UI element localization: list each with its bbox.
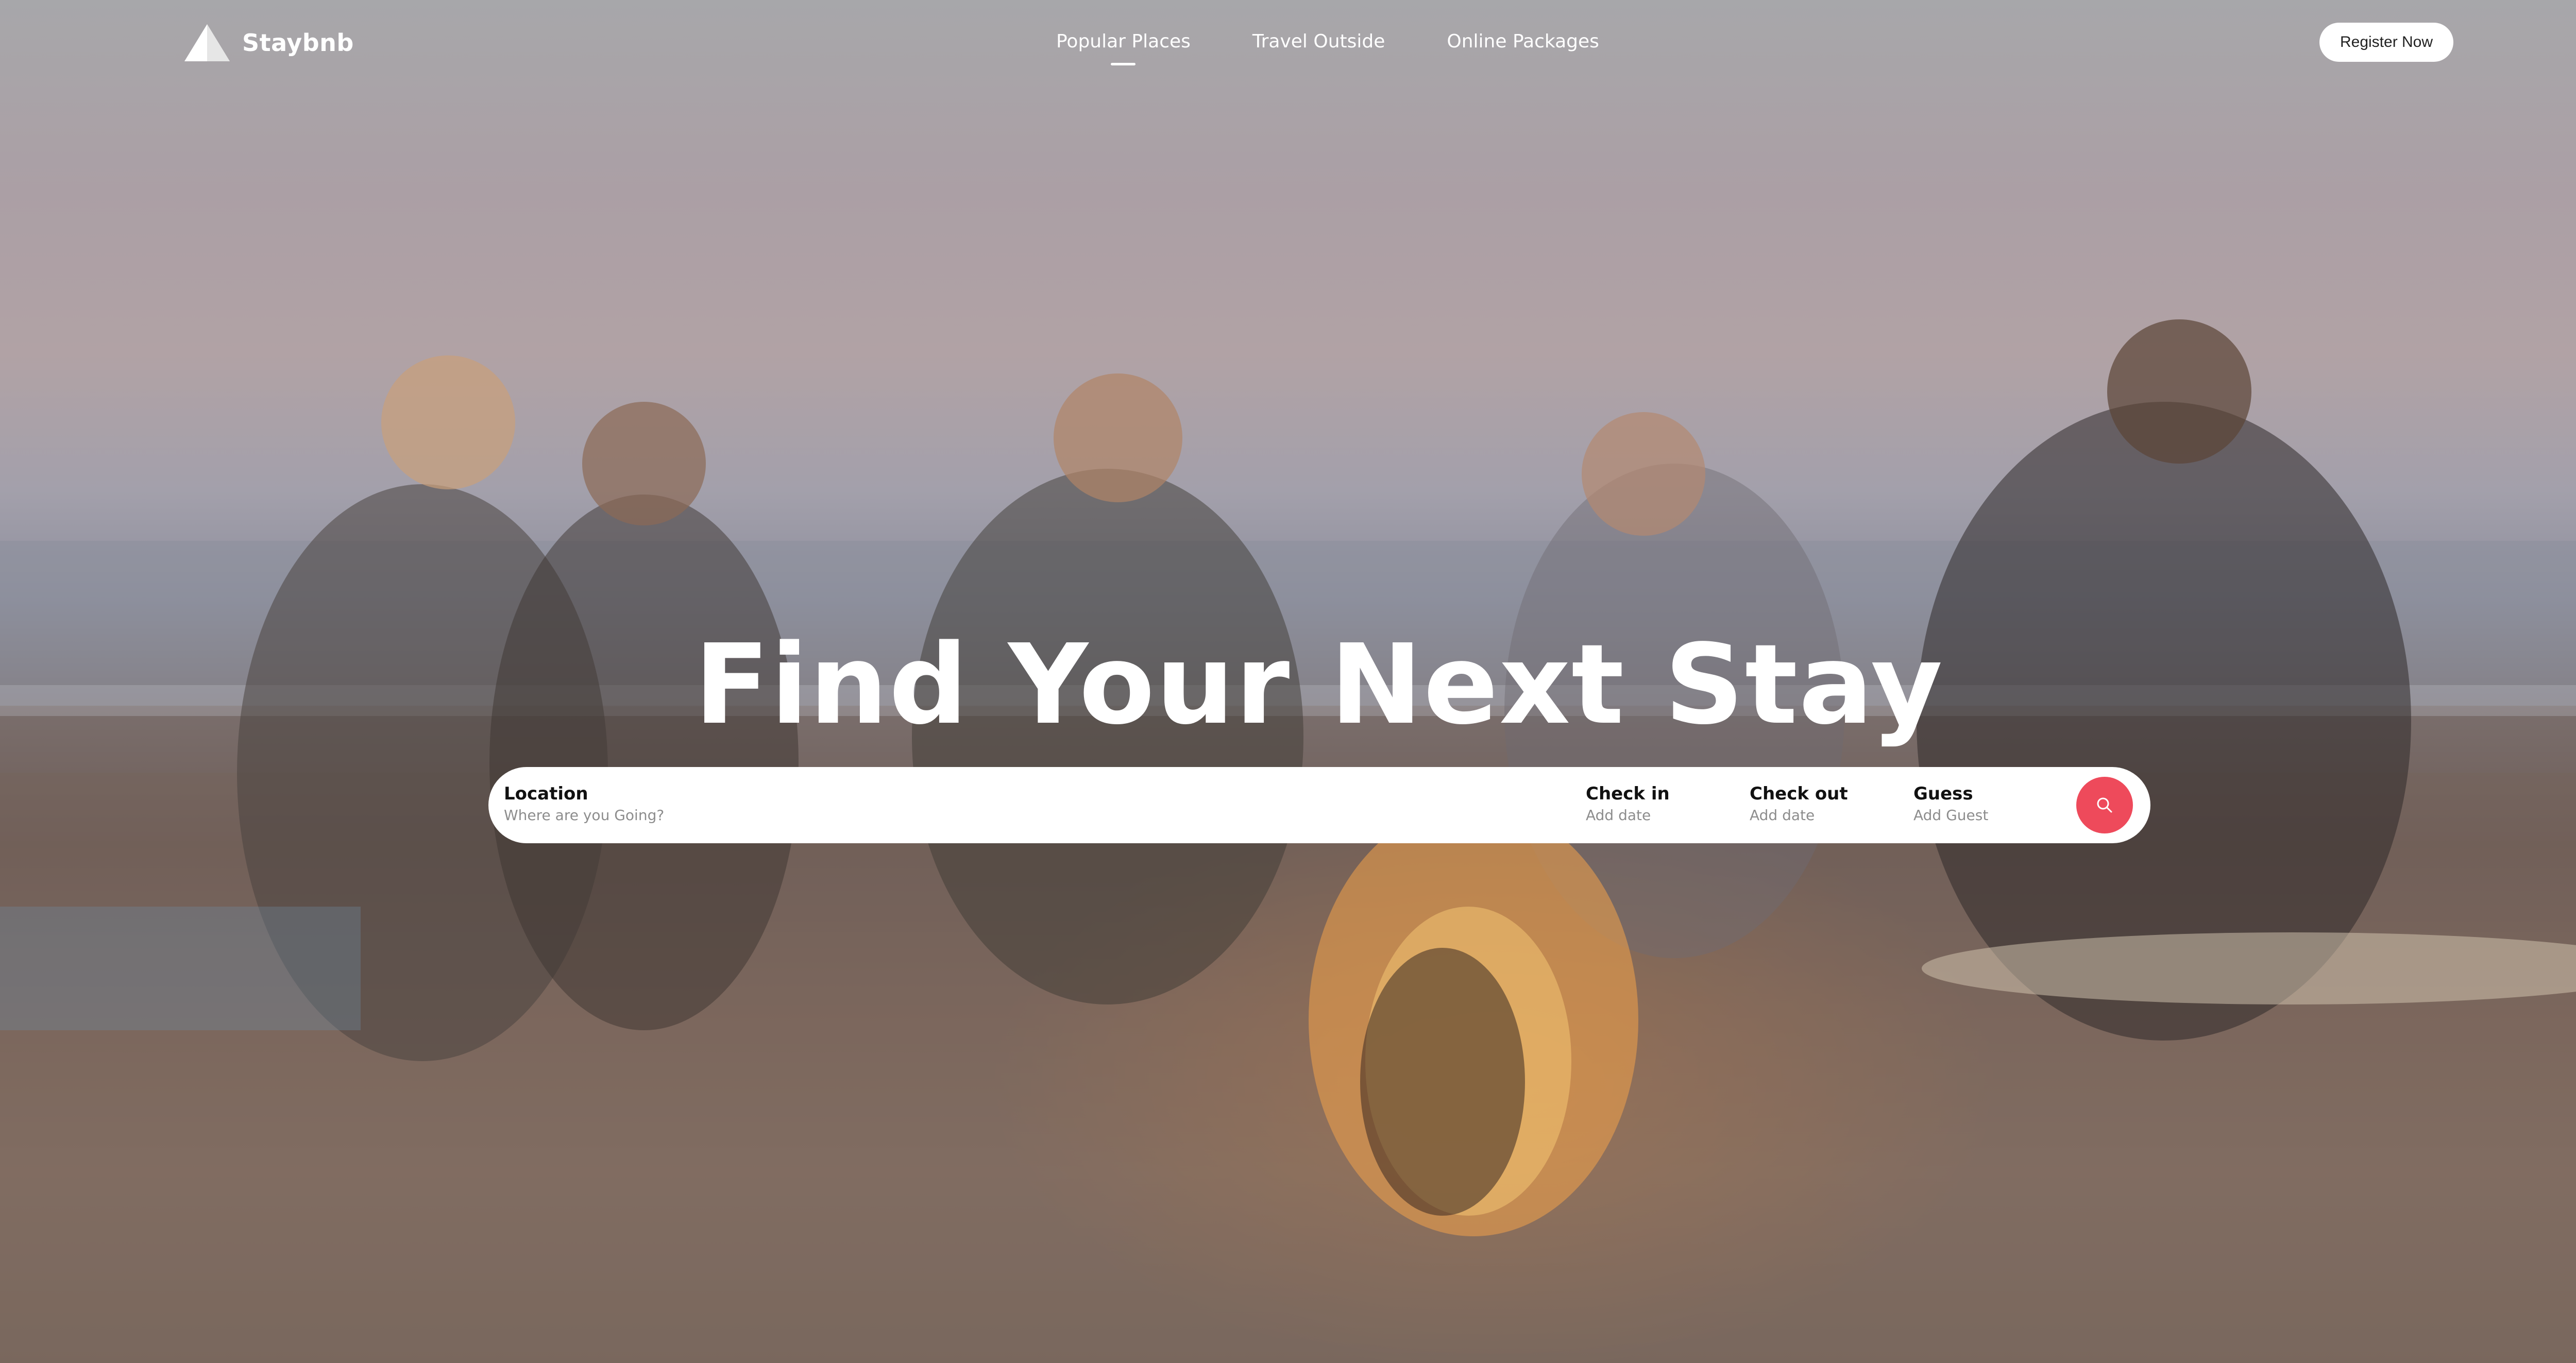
brand-logo[interactable]: Staybnb	[183, 21, 354, 65]
hero-section: Staybnb Popular Places Travel Outside On…	[0, 0, 2576, 1363]
nav-item-label: Popular Places	[1056, 31, 1191, 52]
main-nav: Popular Places Travel Outside Online Pac…	[1056, 27, 1599, 68]
guests-field[interactable]: Guess Add Guest	[1913, 782, 2058, 826]
active-nav-indicator	[1111, 63, 1136, 65]
hero-headline: Find Your Next Stay	[694, 621, 1944, 749]
check-out-input[interactable]: Add date	[1750, 805, 1894, 826]
check-in-field[interactable]: Check in Add date	[1586, 782, 1720, 826]
triangle-logo-icon	[184, 24, 230, 61]
register-now-button[interactable]: Register Now	[2319, 23, 2453, 62]
nav-item-travel-outside[interactable]: Travel Outside	[1252, 27, 1385, 68]
location-field[interactable]: Location Where are you Going?	[504, 782, 1483, 826]
nav-item-popular-places[interactable]: Popular Places	[1056, 27, 1191, 68]
nav-item-label: Travel Outside	[1252, 31, 1385, 52]
brand-name: Staybnb	[242, 29, 354, 57]
check-in-input[interactable]: Add date	[1586, 805, 1720, 826]
guests-label: Guess	[1913, 783, 1973, 804]
check-out-label: Check out	[1750, 783, 1848, 804]
search-button[interactable]	[2076, 777, 2133, 833]
check-out-field[interactable]: Check out Add date	[1750, 782, 1894, 826]
search-icon	[2097, 797, 2112, 813]
search-bar: Location Where are you Going? Check in A…	[488, 767, 2150, 843]
nav-item-online-packages[interactable]: Online Packages	[1447, 27, 1599, 68]
nav-item-label: Online Packages	[1447, 31, 1599, 52]
check-in-label: Check in	[1586, 783, 1670, 804]
guests-input[interactable]: Add Guest	[1913, 805, 2058, 826]
location-label: Location	[504, 783, 588, 804]
location-input[interactable]: Where are you Going?	[504, 805, 1483, 826]
top-navigation-bar: Staybnb Popular Places Travel Outside On…	[0, 0, 2576, 85]
